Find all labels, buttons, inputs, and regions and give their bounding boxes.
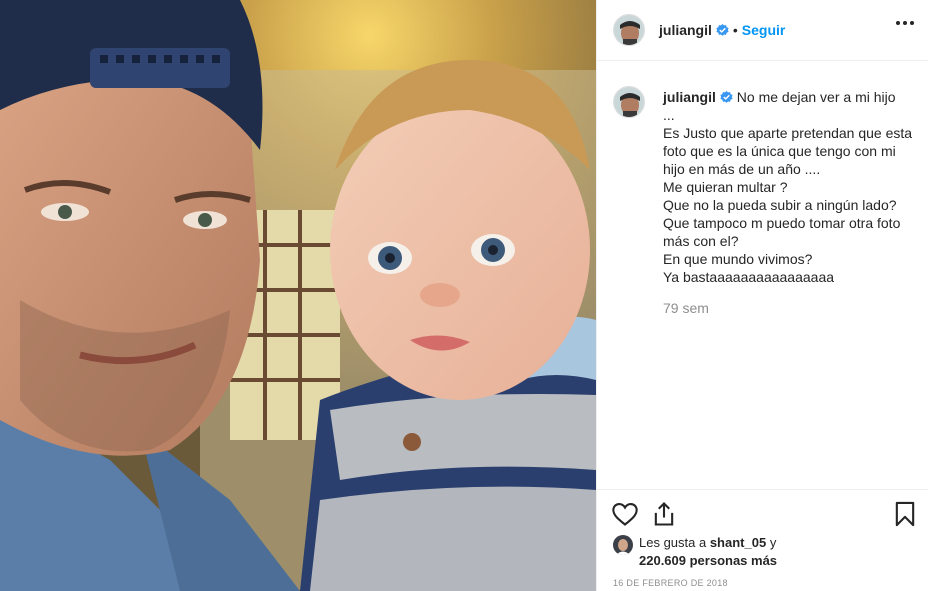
liker-avatar[interactable] xyxy=(613,535,633,555)
separator-dot: • xyxy=(732,22,738,38)
liker-username[interactable]: shant_05 xyxy=(710,535,766,550)
post-sidebar: juliangil • Seguir juliangil No me dejan… xyxy=(596,0,928,591)
more-options-icon[interactable] xyxy=(896,21,914,25)
bookmark-icon[interactable] xyxy=(891,500,919,528)
verified-badge-icon xyxy=(716,23,729,36)
caption-username[interactable]: juliangil xyxy=(663,89,716,105)
share-icon[interactable] xyxy=(650,500,678,528)
likes-connector: y xyxy=(766,535,777,550)
caption-avatar[interactable] xyxy=(613,86,645,118)
avatar[interactable] xyxy=(613,14,645,46)
username-link[interactable]: juliangil xyxy=(659,22,712,38)
likes-text: Les gusta a shant_05 y 220.609 personas … xyxy=(639,534,777,570)
post-time[interactable]: 79 sem xyxy=(663,300,913,316)
likes-summary: Les gusta a shant_05 y 220.609 personas … xyxy=(613,534,777,570)
post-header: juliangil • Seguir xyxy=(597,0,928,61)
caption-body: No me dejan ver a mi hijo ... Es Justo q… xyxy=(663,89,913,285)
caption: juliangil No me dejan ver a mi hijo ... … xyxy=(613,86,913,316)
likes-count[interactable]: 220.609 personas más xyxy=(639,553,777,568)
heart-icon[interactable] xyxy=(611,500,639,528)
follow-button[interactable]: Seguir xyxy=(742,22,786,38)
verified-badge-icon xyxy=(720,91,733,103)
likes-prefix: Les gusta a xyxy=(639,535,710,550)
post-date[interactable]: 16 DE FEBRERO DE 2018 xyxy=(613,578,728,588)
post-photo[interactable] xyxy=(0,0,596,591)
caption-text: juliangil No me dejan ver a mi hijo ... … xyxy=(663,86,913,286)
action-bar xyxy=(597,489,928,540)
